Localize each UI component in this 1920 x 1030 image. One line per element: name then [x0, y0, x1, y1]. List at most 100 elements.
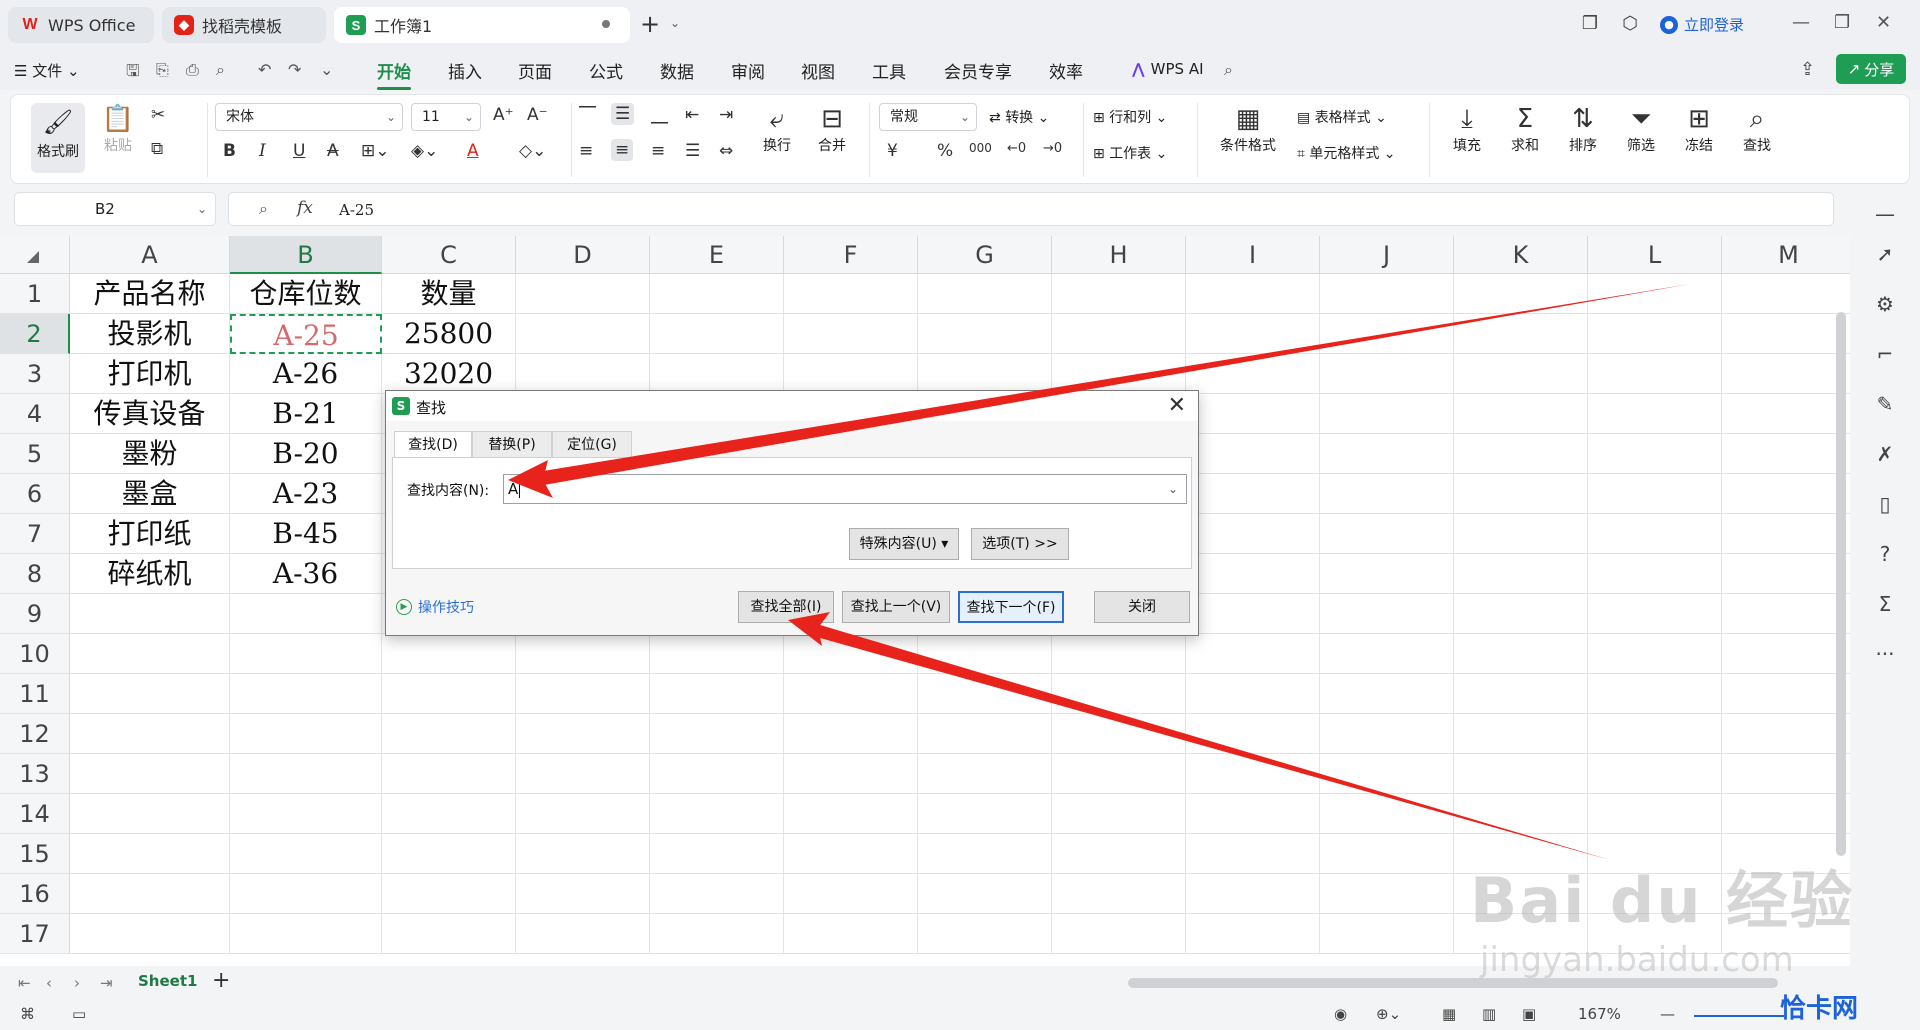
last-sheet-icon[interactable]: ⇥ — [100, 974, 113, 992]
menu-view[interactable]: 视图 — [801, 58, 835, 83]
cell-a10[interactable] — [70, 634, 230, 674]
cell-b16[interactable] — [230, 874, 382, 914]
cell-h11[interactable] — [1052, 674, 1186, 714]
cell-b15[interactable] — [230, 834, 382, 874]
cell-d1[interactable] — [516, 274, 650, 314]
column-header-b[interactable]: B — [230, 236, 382, 274]
cell-k14[interactable] — [1454, 794, 1588, 834]
macro-icon[interactable]: ⌘ — [20, 1005, 35, 1023]
cell-b7[interactable]: B-45 — [230, 514, 382, 554]
cell-m10[interactable] — [1722, 634, 1850, 674]
find-next-button[interactable]: 查找下一个(F) — [958, 591, 1064, 623]
menu-formula[interactable]: 公式 — [589, 58, 623, 83]
cell-k4[interactable] — [1454, 394, 1588, 434]
cell-c15[interactable] — [382, 834, 516, 874]
cell-g2[interactable] — [918, 314, 1052, 354]
row-header-16[interactable]: 16 — [0, 874, 70, 914]
cell-e17[interactable] — [650, 914, 784, 954]
cell-h15[interactable] — [1052, 834, 1186, 874]
menu-tools[interactable]: 工具 — [872, 58, 906, 83]
column-header-l[interactable]: L — [1588, 236, 1722, 274]
cell-h14[interactable] — [1052, 794, 1186, 834]
find-previous-button[interactable]: 查找上一个(V) — [842, 591, 950, 623]
cell-m9[interactable] — [1722, 594, 1850, 634]
cell-c12[interactable] — [382, 714, 516, 754]
cell-j10[interactable] — [1320, 634, 1454, 674]
thousands-button[interactable]: 000 — [969, 141, 992, 155]
cell-g14[interactable] — [918, 794, 1052, 834]
cell-g11[interactable] — [918, 674, 1052, 714]
normal-view-icon[interactable]: ▦ — [1442, 1005, 1456, 1023]
cell-j13[interactable] — [1320, 754, 1454, 794]
column-header-d[interactable]: D — [516, 236, 650, 274]
zoom-out-icon[interactable]: — — [1660, 1005, 1675, 1023]
menu-member[interactable]: 会员专享 — [944, 58, 1012, 83]
cell-k3[interactable] — [1454, 354, 1588, 394]
restore-icon[interactable]: ❐ — [1834, 12, 1850, 33]
minimize-icon[interactable]: — — [1792, 12, 1810, 33]
cell-b14[interactable] — [230, 794, 382, 834]
menu-page[interactable]: 页面 — [518, 58, 552, 83]
row-header-15[interactable]: 15 — [0, 834, 70, 874]
cell-l11[interactable] — [1588, 674, 1722, 714]
column-header-e[interactable]: E — [650, 236, 784, 274]
row-header-17[interactable]: 17 — [0, 914, 70, 954]
cell-k9[interactable] — [1454, 594, 1588, 634]
fx-icon[interactable]: fx — [297, 198, 313, 218]
cell-d17[interactable] — [516, 914, 650, 954]
cell-mode-icon[interactable]: ⊕⌄ — [1376, 1005, 1401, 1023]
column-header-i[interactable]: I — [1186, 236, 1320, 274]
cell-c2[interactable]: 25800 — [382, 314, 516, 354]
cell-f12[interactable] — [784, 714, 918, 754]
number-format-select[interactable]: 常规 ⌄ — [879, 103, 977, 131]
add-sheet-button[interactable]: + — [212, 968, 230, 993]
font-color-button[interactable]: A — [467, 141, 479, 161]
page-break-icon[interactable]: ▣ — [1522, 1005, 1536, 1023]
cell-k8[interactable] — [1454, 554, 1588, 594]
cell-j12[interactable] — [1320, 714, 1454, 754]
row-header-14[interactable]: 14 — [0, 794, 70, 834]
print-icon[interactable]: ⎙ — [186, 60, 199, 80]
cell-l1[interactable] — [1588, 274, 1722, 314]
cell-f1[interactable] — [784, 274, 918, 314]
tools-icon[interactable]: ✗ — [1874, 442, 1896, 466]
cell-h10[interactable] — [1052, 634, 1186, 674]
cell-b13[interactable] — [230, 754, 382, 794]
book-icon[interactable]: ▯ — [1874, 492, 1896, 516]
cell-i12[interactable] — [1186, 714, 1320, 754]
cell-m5[interactable] — [1722, 434, 1850, 474]
cell-g12[interactable] — [918, 714, 1052, 754]
cell-e11[interactable] — [650, 674, 784, 714]
cell-a4[interactable]: 传真设备 — [70, 394, 230, 434]
cell-e16[interactable] — [650, 874, 784, 914]
cell-c13[interactable] — [382, 754, 516, 794]
cell-c17[interactable] — [382, 914, 516, 954]
cell-j1[interactable] — [1320, 274, 1454, 314]
cell-a1[interactable]: 产品名称 — [70, 274, 230, 314]
cell-h3[interactable] — [1052, 354, 1186, 394]
row-header-5[interactable]: 5 — [0, 434, 70, 474]
cell-l2[interactable] — [1588, 314, 1722, 354]
cell-m13[interactable] — [1722, 754, 1850, 794]
italic-button[interactable]: I — [259, 141, 266, 161]
strikethrough-icon[interactable]: A — [327, 141, 339, 161]
cell-b12[interactable] — [230, 714, 382, 754]
zoom-icon[interactable]: ⌕ — [259, 199, 268, 219]
cell-f15[interactable] — [784, 834, 918, 874]
font-size-select[interactable]: 11 ⌄ — [411, 103, 481, 131]
fill-color-icon[interactable]: ◈⌄ — [411, 141, 438, 161]
new-tab-button[interactable]: + — [640, 10, 660, 38]
indent-decrease-icon[interactable]: ⇤ — [685, 105, 699, 125]
selected-cell-b2[interactable]: A-25 — [230, 314, 382, 354]
cell-e2[interactable] — [650, 314, 784, 354]
print-preview-icon[interactable]: ⌕ — [216, 60, 225, 80]
cell-i1[interactable] — [1186, 274, 1320, 314]
distributed-icon[interactable]: ⇔ — [719, 141, 733, 161]
cell-a11[interactable] — [70, 674, 230, 714]
cell-h2[interactable] — [1052, 314, 1186, 354]
cell-g13[interactable] — [918, 754, 1052, 794]
formula-sum-icon[interactable]: Σ — [1874, 592, 1896, 616]
cell-i8[interactable] — [1186, 554, 1320, 594]
cell-a14[interactable] — [70, 794, 230, 834]
row-header-13[interactable]: 13 — [0, 754, 70, 794]
